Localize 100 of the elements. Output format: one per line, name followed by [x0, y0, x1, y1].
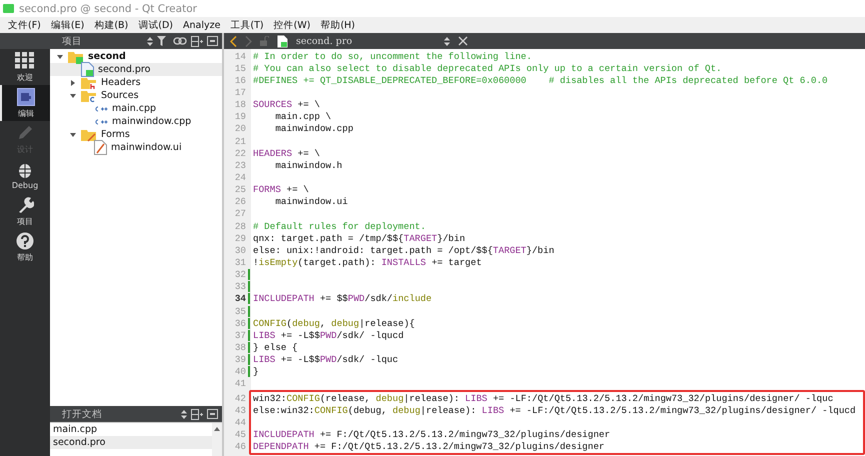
tree-item[interactable]: main.cpp	[50, 102, 222, 115]
line-number: 20	[234, 123, 247, 134]
code-line: mainwindow.h	[274, 160, 342, 171]
mode-button[interactable]: 欢迎	[0, 49, 50, 85]
folder-icon	[81, 128, 97, 142]
code-line: CONFIG(debug, debug|release){	[253, 318, 415, 329]
line-number: 15	[234, 62, 247, 74]
line-number: 28	[234, 220, 247, 232]
app-logo-icon	[3, 4, 14, 13]
code-line: }	[253, 366, 259, 378]
line-number: 29	[234, 232, 247, 244]
line-number: 37	[224, 330, 250, 341]
filter-icon[interactable]	[157, 36, 169, 46]
line-number: 18	[234, 99, 247, 110]
line-number: 19	[234, 111, 247, 122]
tree-item[interactable]: second	[50, 50, 222, 63]
code-line: !isEmpty(target.path): INSTALLS += target	[253, 256, 482, 268]
panel-title: 项目	[62, 34, 83, 48]
line-number: 14	[234, 50, 247, 62]
code-line: mainwindow.cpp	[274, 123, 354, 134]
line-number: 17	[234, 86, 247, 98]
file-icon	[277, 34, 288, 48]
code-line: else:win32:CONFIG(debug, debug|release): LIBS += -LF:/Qt/Qt5.13.2/5.13.2/mingw73_32/plugins/designer/ -lqucd	[253, 404, 856, 416]
mode-button[interactable]: Debug	[0, 157, 50, 193]
code-line: main.cpp \	[274, 111, 332, 122]
line-number: 22	[234, 148, 247, 159]
line-number: 16	[234, 74, 247, 86]
collapsed-arrow-icon[interactable]	[70, 80, 76, 86]
line-number: 43	[234, 404, 247, 416]
menu-item[interactable]: 构建(B)	[90, 18, 132, 32]
close-panel-icon[interactable]	[207, 409, 218, 419]
link-icon[interactable]	[173, 36, 187, 46]
code-line: win32:CONFIG(release, debug|release): LIBS += -LF:/Qt/Qt5.13.2/5.13.2/mingw73_32/plugins/designer/ -lquc	[253, 392, 834, 404]
line-number: 31	[234, 256, 247, 268]
line-number: 45	[234, 428, 247, 440]
code-line: # In order to do so, uncomment the following line.	[253, 50, 532, 62]
code-line: INCLUDEPATH += $$PWD/sdk/include	[253, 293, 432, 304]
window-title: second.pro @ second - Qt Creator	[19, 2, 197, 14]
project-folder-icon	[68, 50, 84, 64]
tree-item[interactable]: Headers	[50, 76, 222, 89]
sort-arrows-icon[interactable]	[444, 36, 450, 46]
line-number: 39	[224, 354, 250, 366]
expanded-arrow-icon[interactable]	[57, 54, 63, 60]
expanded-arrow-icon[interactable]	[70, 92, 76, 98]
folder-icon	[81, 76, 97, 90]
line-number: 38	[224, 342, 250, 353]
line-number: 24	[234, 172, 247, 183]
line-number: 33	[224, 281, 250, 292]
line-number: 35	[224, 306, 250, 317]
close-icon[interactable]	[458, 36, 468, 46]
sort-arrows-icon[interactable]	[181, 410, 187, 418]
menu-item[interactable]: Analyze	[178, 20, 224, 30]
tree-item[interactable]: mainwindow.cpp	[50, 115, 222, 128]
code-line: INCLUDEPATH += F:/Qt/Qt5.13.2/5.13.2/mingw73_32/plugins/designer	[253, 428, 610, 440]
line-number: 30	[234, 244, 247, 256]
code-line: LIBS += -L$$PWD/sdk/ -lqucd	[253, 330, 404, 341]
code-line: HEADERS += \	[253, 148, 320, 159]
line-number: 40	[224, 366, 250, 378]
line-number: 46	[234, 441, 247, 452]
code-line: #DEFINES += QT_DISABLE_DEPRECATED_BEFORE=0x060000 # disables all the APIs deprecated before Qt 6.0.0	[253, 74, 828, 86]
menu-item[interactable]: 控件(W)	[270, 18, 314, 32]
form-file-icon	[94, 140, 107, 155]
tree-item[interactable]: second.pro	[50, 63, 222, 76]
file-name-dropdown[interactable]: second. pro	[296, 36, 436, 46]
tree-item[interactable]: Sources	[50, 89, 222, 102]
code-line: # Default rules for deployment.	[253, 220, 426, 232]
tree-item[interactable]: mainwindow.ui	[50, 141, 222, 154]
code-line: # You can also select to disable deprecated APIs only up to a certain version of Qt.	[253, 62, 722, 74]
menu-item[interactable]: 帮助(H)	[316, 18, 360, 32]
code-line: FORMS += \	[253, 184, 309, 196]
open-document-item[interactable]: main.cpp	[50, 423, 212, 436]
folder-icon	[81, 88, 97, 102]
menu-item[interactable]: 调试(D)	[134, 18, 177, 32]
code-line: SOURCES += \	[253, 99, 320, 110]
code-line: LIBS += -L$$PWD/sdk/ -lquc	[253, 354, 398, 366]
open-document-item[interactable]: second.pro	[50, 436, 212, 449]
scroll-up-icon[interactable]	[214, 427, 220, 431]
line-number: 27	[234, 208, 247, 220]
line-number: 26	[234, 196, 247, 208]
edit-document-icon	[17, 88, 35, 106]
sort-arrows-icon[interactable]	[147, 36, 153, 46]
code-line: } else {	[253, 342, 298, 353]
line-number: 42	[234, 392, 247, 404]
menu-item[interactable]: 编辑(E)	[46, 18, 88, 32]
line-number: 44	[234, 416, 247, 428]
mode-button[interactable]: 编辑	[0, 85, 50, 121]
menu-item[interactable]: 工具(T)	[226, 18, 268, 32]
mode-button[interactable]: 项目	[0, 193, 50, 229]
split-icon[interactable]	[191, 36, 203, 46]
close-panel-icon[interactable]	[207, 36, 218, 46]
panel-title: 打开文档	[62, 408, 103, 420]
mode-button[interactable]: 帮助	[0, 229, 50, 265]
code-line: DEPENDPATH += F:/Qt/Qt5.13.2/5.13.2/mingw73_32/plugins/designer	[253, 441, 604, 452]
menu-item[interactable]: 文件(F)	[4, 18, 45, 32]
split-icon[interactable]	[191, 408, 203, 420]
tree-item[interactable]: Forms	[50, 128, 222, 141]
expanded-arrow-icon[interactable]	[70, 132, 76, 138]
code-line: mainwindow.ui	[274, 196, 348, 208]
line-number: 21	[234, 136, 247, 147]
line-number: 41	[234, 378, 247, 390]
